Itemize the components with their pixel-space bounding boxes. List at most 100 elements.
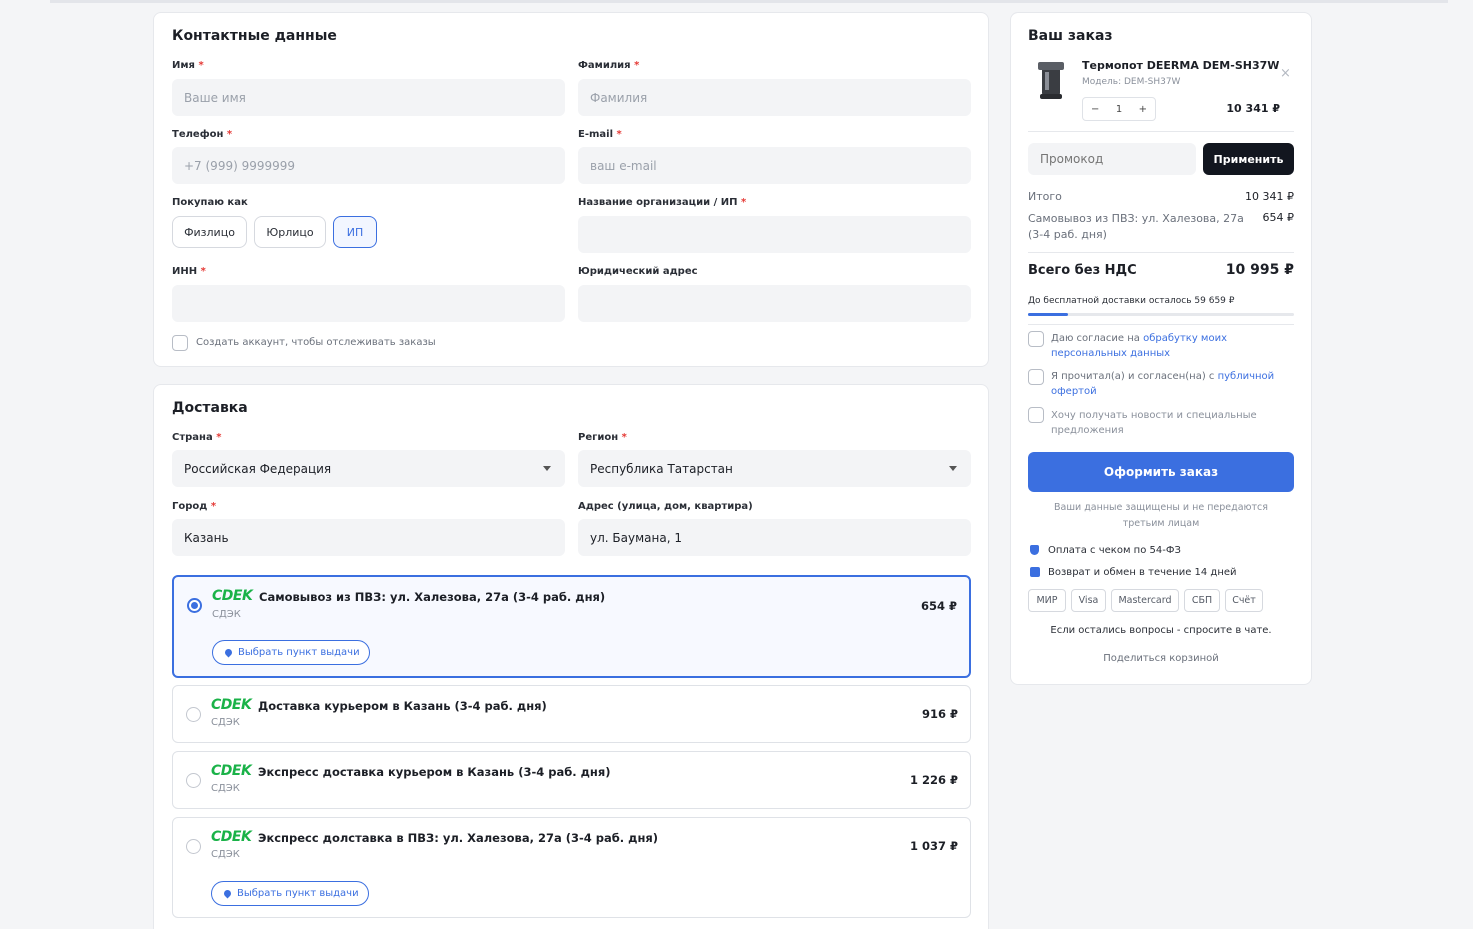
country-label: Страна * bbox=[172, 432, 222, 443]
consent-offer-label: Я прочитал(а) и согласен(на) с публичной… bbox=[1051, 371, 1275, 397]
shipping-option-carrier: СДЭК bbox=[211, 783, 240, 794]
shipping-option-price: 654 ₽ bbox=[920, 599, 957, 613]
shipping-option-courier[interactable]: CDEK Доставка курьером в Казань (3-4 раб… bbox=[172, 685, 971, 743]
decrease-quantity-button[interactable]: − bbox=[1091, 104, 1099, 115]
consent-personal-data-checkbox[interactable] bbox=[1028, 331, 1044, 347]
buyer-type-ip[interactable]: ИП bbox=[333, 216, 377, 248]
inn-label: ИНН * bbox=[172, 266, 206, 277]
shipping-radio[interactable] bbox=[186, 707, 201, 722]
share-cart-link[interactable]: Поделиться корзиной bbox=[1028, 653, 1294, 664]
chevron-down-icon bbox=[949, 466, 957, 471]
newsletter-label: Хочу получать новости и специальные пред… bbox=[1051, 410, 1257, 436]
remove-item-icon[interactable]: × bbox=[1280, 66, 1291, 81]
promo-code-input[interactable] bbox=[1028, 143, 1196, 175]
shipping-option-title: Доставка курьером в Казань (3-4 раб. дня… bbox=[258, 699, 547, 713]
divider bbox=[1028, 252, 1294, 253]
quantity-value: 1 bbox=[1115, 103, 1123, 115]
shipping-option-price: 1 037 ₽ bbox=[909, 839, 958, 853]
receipt-text: Оплата с чеком по 54-ФЗ bbox=[1048, 545, 1181, 556]
city-label: Город * bbox=[172, 501, 217, 512]
newsletter-checkbox[interactable] bbox=[1028, 407, 1044, 423]
free-shipping-text: До бесплатной доставки осталось 59 659 ₽ bbox=[1028, 296, 1235, 306]
country-select[interactable]: Российская Федерация bbox=[172, 450, 565, 487]
payment-badge-mir: МИР bbox=[1028, 589, 1066, 612]
product-name: Термопот DEERMA DEM-SH37W bbox=[1082, 59, 1280, 72]
payment-badge-sbp: СБП bbox=[1184, 589, 1220, 612]
region-label: Регион * bbox=[578, 432, 627, 443]
buyer-type-individual[interactable]: Физлицо bbox=[172, 216, 247, 248]
first-name-label: Имя * bbox=[172, 60, 204, 71]
consent-offer-checkbox[interactable] bbox=[1028, 369, 1044, 385]
phone-label: Телефон * bbox=[172, 129, 233, 140]
divider bbox=[1028, 324, 1294, 325]
email-label: E-mail * bbox=[578, 129, 622, 140]
cdek-logo: CDEK bbox=[211, 697, 252, 713]
apply-promo-button[interactable]: Применить bbox=[1203, 143, 1294, 175]
address-label: Адрес (улица, дом, квартира) bbox=[578, 501, 753, 512]
delivery-title: Доставка bbox=[172, 400, 248, 416]
cdek-logo: CDEK bbox=[211, 763, 252, 779]
order-title: Ваш заказ bbox=[1028, 28, 1113, 44]
select-pickup-point-button[interactable]: Выбрать пункт выдачи bbox=[212, 640, 370, 665]
create-account-checkbox[interactable] bbox=[172, 335, 188, 351]
select-pickup-point-button[interactable]: Выбрать пункт выдачи bbox=[211, 881, 369, 906]
map-pin-icon bbox=[223, 647, 234, 658]
questions-text: Если остались вопросы - спросите в чате. bbox=[1050, 625, 1272, 636]
shipping-option-title: Экспресс доставка курьером в Казань (3-4… bbox=[258, 765, 611, 779]
top-divider bbox=[50, 0, 1448, 3]
total-value: 10 995 ₽ bbox=[1225, 262, 1294, 278]
product-price: 10 341 ₽ bbox=[1226, 102, 1280, 115]
shipping-option-title: Самовывоз из ПВЗ: ул. Халезова, 27а (3-4… bbox=[259, 590, 606, 604]
shipping-option-express-courier[interactable]: CDEK Экспресс доставка курьером в Казань… bbox=[172, 751, 971, 809]
chevron-down-icon bbox=[543, 466, 551, 471]
product-image bbox=[1032, 58, 1072, 102]
legal-address-input[interactable] bbox=[578, 285, 971, 322]
subtotal-label: Итого bbox=[1028, 190, 1062, 203]
shipping-option-carrier: СДЭК bbox=[211, 849, 240, 860]
consent-personal-data-label: Даю согласие на обрабутку моих персональ… bbox=[1051, 333, 1227, 359]
region-select[interactable]: Республика Татарстан bbox=[578, 450, 971, 487]
cdek-logo: CDEK bbox=[211, 829, 252, 845]
product-model: Модель: DEM-SH37W bbox=[1082, 77, 1181, 87]
org-name-input[interactable] bbox=[578, 216, 971, 253]
free-shipping-progress-fill bbox=[1028, 313, 1068, 316]
phone-input[interactable]: +7 (999) 9999999 bbox=[172, 147, 565, 184]
org-name-label: Название организации / ИП * bbox=[578, 197, 747, 208]
cdek-logo: CDEK bbox=[212, 588, 253, 604]
return-icon bbox=[1030, 567, 1040, 577]
shipping-option-price: 916 ₽ bbox=[921, 707, 958, 721]
shield-icon bbox=[1030, 545, 1039, 555]
address-input[interactable]: ул. Баумана, 1 bbox=[578, 519, 971, 556]
shipping-option-pickup[interactable]: CDEK Самовывоз из ПВЗ: ул. Халезова, 27а… bbox=[172, 575, 971, 678]
shipping-radio[interactable] bbox=[187, 598, 202, 613]
shipping-radio[interactable] bbox=[186, 773, 201, 788]
email-input[interactable]: ваш e-mail bbox=[578, 147, 971, 184]
first-name-input[interactable]: Ваше имя bbox=[172, 79, 565, 116]
shipping-option-title: Экспресс долставка в ПВЗ: ул. Халезова, … bbox=[258, 831, 659, 845]
shipping-option-price: 1 226 ₽ bbox=[909, 773, 958, 787]
shipping-radio[interactable] bbox=[186, 839, 201, 854]
inn-input[interactable] bbox=[172, 285, 565, 322]
payment-badge-mastercard: Mastercard bbox=[1111, 589, 1179, 612]
city-input[interactable]: Казань bbox=[172, 519, 565, 556]
subtotal-value: 10 341 ₽ bbox=[1245, 190, 1294, 203]
contacts-title: Контактные данные bbox=[172, 28, 337, 44]
returns-text: Возврат и обмен в течение 14 дней bbox=[1048, 567, 1237, 578]
total-label: Всего без НДС bbox=[1028, 263, 1137, 278]
shipping-summary-label: Самовывоз из ПВЗ: ул. Халезова, 27а (3-4… bbox=[1028, 212, 1244, 241]
select-pickup-point-label: Выбрать пункт выдачи bbox=[238, 647, 360, 658]
place-order-button[interactable]: Оформить заказ bbox=[1028, 452, 1294, 492]
last-name-label: Фамилия * bbox=[578, 60, 640, 71]
legal-address-label: Юридический адрес bbox=[578, 266, 698, 277]
quantity-stepper[interactable]: − 1 + bbox=[1082, 97, 1156, 121]
shipping-summary-value: 654 ₽ bbox=[1262, 211, 1295, 224]
map-pin-icon bbox=[222, 888, 233, 899]
shipping-option-express-pickup[interactable]: CDEK Экспресс долставка в ПВЗ: ул. Халез… bbox=[172, 817, 971, 918]
shipping-option-carrier: СДЭК bbox=[211, 717, 240, 728]
increase-quantity-button[interactable]: + bbox=[1139, 104, 1147, 115]
shipping-option-carrier: СДЭК bbox=[212, 609, 241, 620]
create-account-label: Создать аккаунт, чтобы отслеживать заказ… bbox=[196, 337, 436, 348]
buyer-type-legal[interactable]: Юрлицо bbox=[254, 216, 326, 248]
payment-badge-invoice: Счёт bbox=[1225, 589, 1263, 612]
last-name-input[interactable]: Фамилия bbox=[578, 79, 971, 116]
